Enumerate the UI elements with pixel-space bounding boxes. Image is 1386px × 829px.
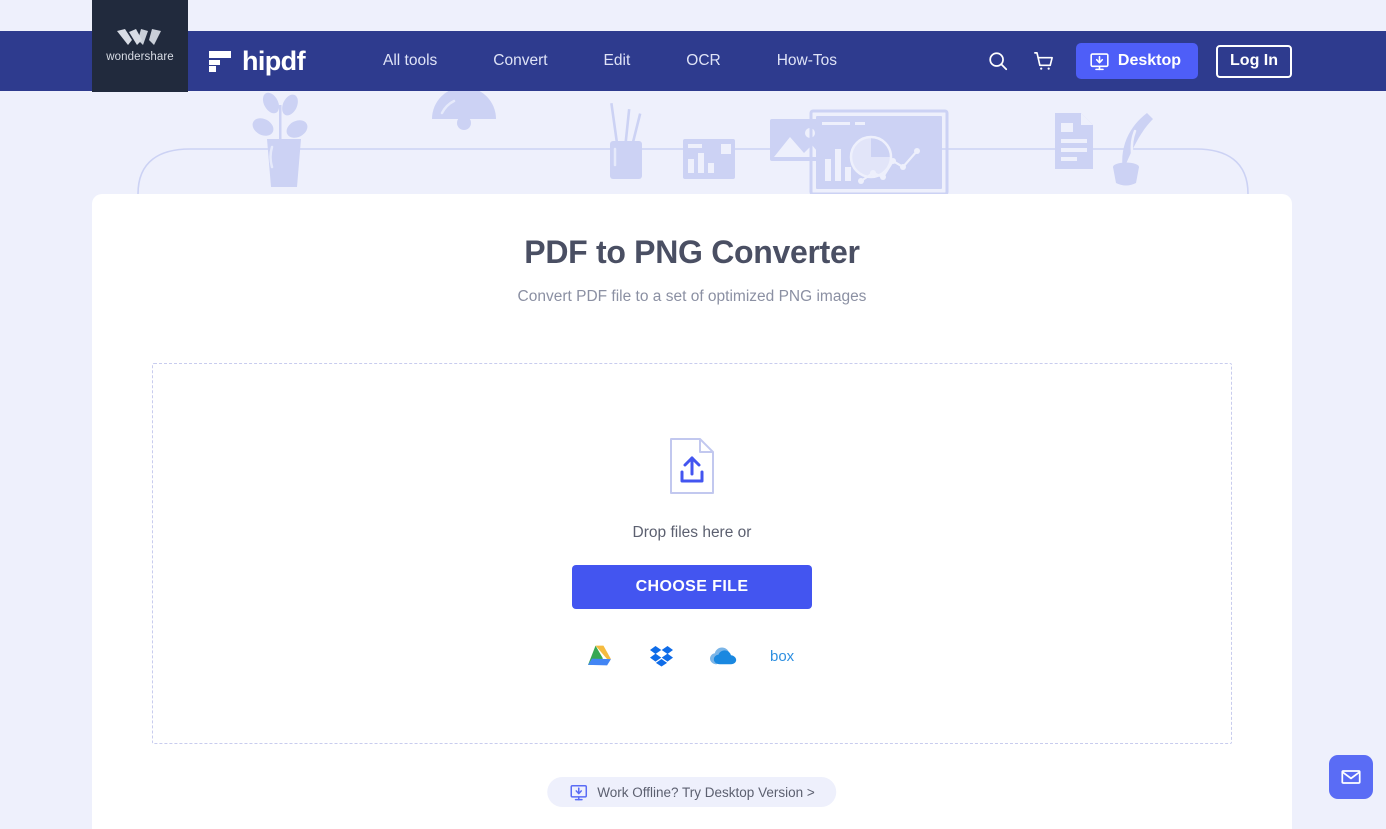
nav-link-how-tos[interactable]: How-Tos bbox=[749, 52, 865, 70]
desktop-version-link[interactable]: Work Offline? Try Desktop Version > bbox=[547, 777, 837, 807]
file-dropzone[interactable]: Drop files here or CHOOSE FILE box bbox=[152, 363, 1232, 744]
login-button[interactable]: Log In bbox=[1216, 44, 1292, 78]
contact-mail-button[interactable] bbox=[1329, 755, 1373, 799]
wondershare-label: wondershare bbox=[106, 51, 174, 63]
main-content-card: PDF to PNG Converter Convert PDF file to… bbox=[92, 194, 1292, 829]
desktop-version-label: Work Offline? Try Desktop Version > bbox=[597, 784, 815, 800]
google-drive-icon[interactable] bbox=[584, 641, 614, 671]
nav-actions: Desktop Log In bbox=[984, 43, 1386, 79]
hipdf-mark-icon bbox=[209, 51, 231, 72]
desk-illustration bbox=[137, 91, 1249, 196]
monitor-download-icon bbox=[570, 784, 588, 800]
file-upload-icon bbox=[670, 438, 714, 494]
desktop-button-label: Desktop bbox=[1117, 52, 1182, 69]
dropbox-icon[interactable] bbox=[646, 641, 676, 671]
hipdf-logo[interactable]: hipdf bbox=[208, 45, 306, 77]
choose-file-button[interactable]: CHOOSE FILE bbox=[572, 565, 812, 609]
nav-link-convert[interactable]: Convert bbox=[465, 52, 575, 70]
envelope-icon bbox=[1341, 770, 1361, 784]
wondershare-logo[interactable]: wondershare bbox=[92, 0, 188, 92]
cloud-source-row: box bbox=[584, 641, 800, 671]
nav-links: All tools Convert Edit OCR How-Tos bbox=[355, 52, 865, 70]
box-icon[interactable]: box bbox=[770, 641, 800, 671]
onedrive-icon[interactable] bbox=[708, 641, 738, 671]
nav-link-all-tools[interactable]: All tools bbox=[355, 52, 465, 70]
page-subtitle: Convert PDF file to a set of optimized P… bbox=[517, 288, 867, 305]
monitor-download-icon bbox=[1090, 52, 1109, 70]
brand-name: hipdf bbox=[242, 45, 306, 76]
nav-link-edit[interactable]: Edit bbox=[576, 52, 659, 70]
login-button-label: Log In bbox=[1230, 52, 1278, 69]
wondershare-w-icon bbox=[117, 29, 161, 45]
drop-files-text: Drop files here or bbox=[632, 524, 752, 541]
top-navigation-bar: hipdf All tools Convert Edit OCR How-Tos bbox=[0, 31, 1386, 91]
search-icon[interactable] bbox=[984, 47, 1012, 75]
svg-text:box: box bbox=[770, 648, 795, 664]
shopping-cart-icon[interactable] bbox=[1030, 47, 1058, 75]
nav-link-ocr[interactable]: OCR bbox=[658, 52, 748, 70]
page-title: PDF to PNG Converter bbox=[524, 234, 860, 270]
desktop-button[interactable]: Desktop bbox=[1075, 43, 1199, 79]
